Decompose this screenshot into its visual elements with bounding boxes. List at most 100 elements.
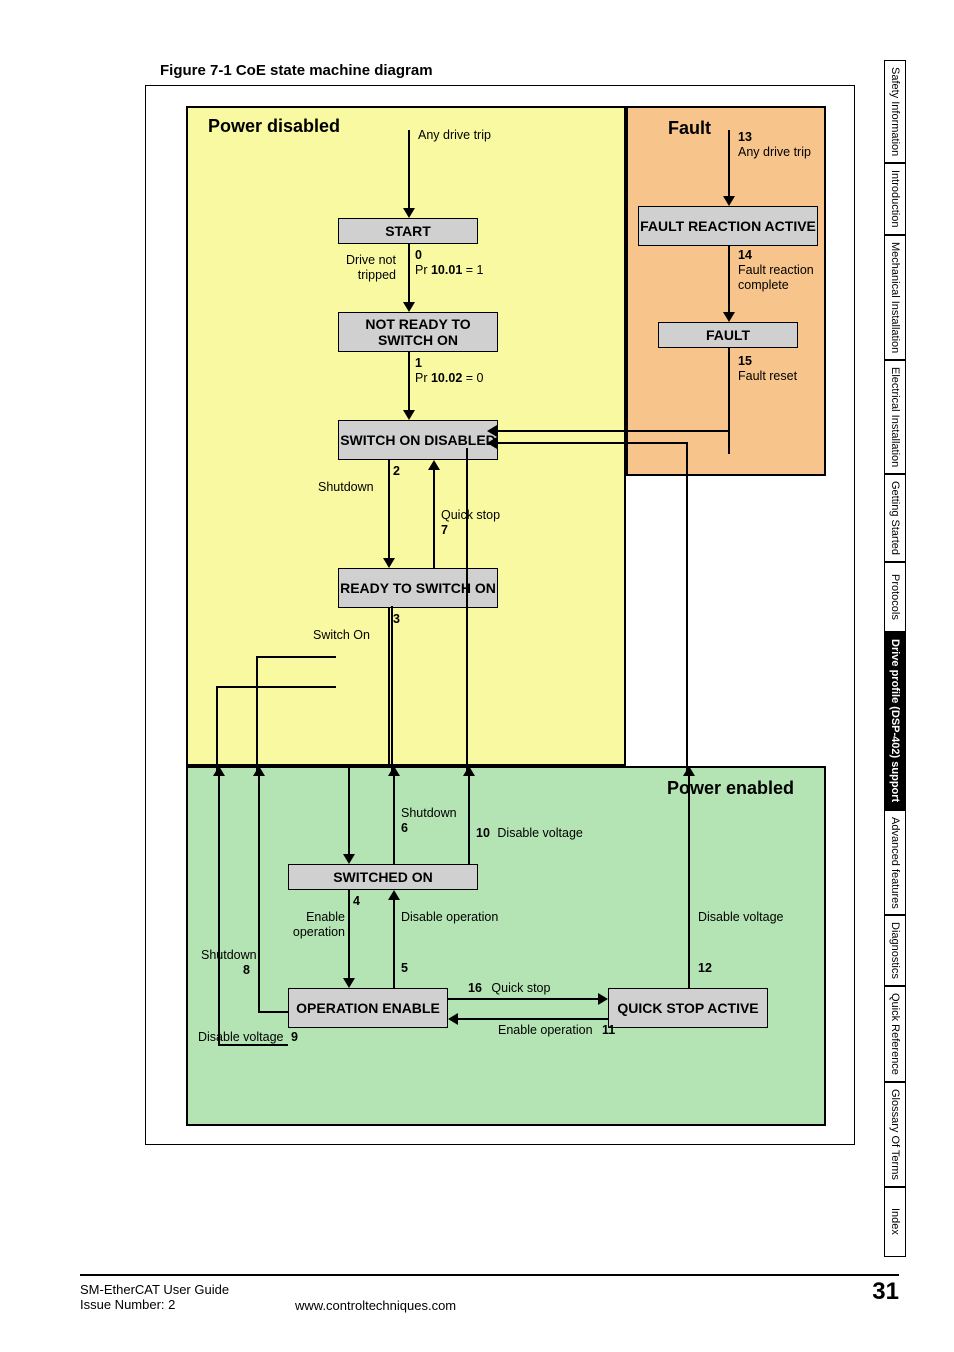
label-num: 16: [468, 981, 482, 995]
arrow: [216, 686, 336, 688]
page: Figure 7-1 CoE state machine diagram Pow…: [0, 0, 954, 1352]
arrowhead-icon: [403, 302, 415, 312]
arrowhead-icon: [448, 1013, 458, 1025]
label-num: 9: [291, 1030, 298, 1044]
label-text: Shutdown: [201, 948, 257, 963]
state-start: START: [338, 218, 478, 244]
label-text: Disable operation: [401, 910, 498, 925]
label-num: 10: [476, 826, 490, 840]
tab-safety-information[interactable]: Safety Information: [884, 60, 906, 163]
region-title: Fault: [668, 118, 711, 139]
arrowhead-icon: [723, 312, 735, 322]
arrowhead-icon: [487, 425, 497, 437]
arrowhead-icon: [213, 766, 225, 776]
label-text: Enable operation: [293, 910, 345, 939]
region-title: Power enabled: [667, 778, 794, 799]
transition-label: Shutdown 6: [401, 806, 457, 836]
doc-title: SM-EtherCAT User Guide: [80, 1282, 899, 1297]
arrow: [496, 430, 728, 432]
arrow: [348, 890, 350, 980]
arrowhead-icon: [463, 766, 475, 776]
transition-label: 13 Any drive trip: [738, 130, 811, 160]
transition-label: 4: [353, 894, 360, 909]
label-text: Quick stop: [491, 981, 550, 995]
sidebar-tabs: Safety Information Introduction Mechanic…: [884, 60, 924, 1257]
transition-label: 12: [698, 961, 712, 976]
transition-label: Disable voltage: [698, 910, 783, 925]
region-power-disabled: Power disabled Any drive trip START Driv…: [186, 106, 626, 766]
tab-drive-profile-dsp-402-support[interactable]: Drive profile (DSP-402) support: [884, 632, 906, 809]
state-switch-on-disabled: SWITCH ON DISABLED: [338, 420, 498, 460]
arrow: [448, 998, 598, 1000]
transition-label: 2: [393, 464, 400, 479]
label-num: 15: [738, 354, 797, 369]
state-operation-enable: OPERATION ENABLE: [288, 988, 448, 1028]
transition-label: Shutdown: [318, 480, 374, 495]
page-footer: SM-EtherCAT User Guide Issue Number: 2 w…: [80, 1274, 899, 1312]
label-num: 5: [401, 961, 408, 975]
state-fault: FAULT: [658, 322, 798, 348]
arrowhead-icon: [598, 993, 608, 1005]
arrow: [458, 1018, 608, 1020]
arrow: [728, 130, 730, 198]
label-text: Drive not tripped: [346, 253, 396, 282]
state-switched-on: SWITCHED ON: [288, 864, 478, 890]
arrow: [388, 608, 390, 768]
arrow: [256, 656, 336, 658]
state-machine-diagram: Power disabled Any drive trip START Driv…: [145, 85, 855, 1145]
state-not-ready: NOT READY TO SWITCH ON: [338, 312, 498, 352]
arrow: [408, 352, 410, 412]
arrow: [468, 776, 470, 864]
region-fault: Fault 13 Any drive trip FAULT REACTION A…: [626, 106, 826, 476]
arrow: [218, 776, 220, 1044]
label-num: 4: [353, 894, 360, 909]
label-text: Any drive trip: [418, 128, 491, 142]
label-text: Shutdown: [401, 806, 457, 821]
arrowhead-icon: [723, 196, 735, 206]
transition-label: Any drive trip: [418, 128, 518, 143]
tab-mechanical-installation[interactable]: Mechanical Installation: [884, 235, 906, 360]
arrowhead-icon: [383, 558, 395, 568]
arrow: [686, 442, 688, 774]
label-num: 8: [243, 963, 250, 977]
tab-getting-started[interactable]: Getting Started: [884, 474, 906, 562]
tab-glossary-of-terms[interactable]: Glossary Of Terms: [884, 1082, 906, 1187]
tab-index[interactable]: Index: [884, 1187, 906, 1257]
arrowhead-icon: [343, 978, 355, 988]
footer-url: www.controltechniques.com: [295, 1298, 456, 1313]
transition-label: Disable voltage 9: [198, 1030, 298, 1045]
label-text: Shutdown: [318, 480, 374, 494]
tab-introduction[interactable]: Introduction: [884, 163, 906, 234]
transition-label: 1 Pr 10.02 = 0: [415, 356, 483, 386]
arrow: [258, 1011, 288, 1013]
arrowhead-icon: [428, 460, 440, 470]
tab-advanced-features[interactable]: Advanced features: [884, 810, 906, 916]
label-text: Disable voltage: [698, 910, 783, 925]
transition-label: Disable operation: [401, 910, 498, 925]
arrow: [688, 776, 690, 988]
transition-label: 3: [393, 612, 400, 627]
tab-diagnostics[interactable]: Diagnostics: [884, 915, 906, 986]
arrow: [256, 656, 258, 774]
arrow: [466, 448, 468, 774]
issue-number: Issue Number: 2: [80, 1297, 899, 1312]
arrow: [258, 776, 260, 1011]
label-num: 11: [602, 1023, 615, 1037]
label-text: Disable voltage: [198, 1030, 283, 1044]
label-num: 13: [738, 130, 811, 145]
label-num: 0: [415, 248, 483, 263]
arrowhead-icon: [253, 766, 265, 776]
label-text: Fault reaction complete: [738, 263, 824, 293]
region-power-enabled: Power enabled Shutdown 6 10 Disable volt…: [186, 766, 826, 1126]
transition-label: 15 Fault reset: [738, 354, 797, 384]
arrowhead-icon: [487, 437, 497, 449]
transition-label: 16 Quick stop: [468, 981, 550, 996]
tab-protocols[interactable]: Protocols: [884, 562, 906, 632]
arrowhead-icon: [403, 410, 415, 420]
label-num: 2: [393, 464, 400, 479]
state-quick-stop-active: QUICK STOP ACTIVE: [608, 988, 768, 1028]
tab-quick-reference[interactable]: Quick Reference: [884, 986, 906, 1082]
label-num: 6: [401, 821, 457, 836]
arrowhead-icon: [388, 890, 400, 900]
tab-electrical-installation[interactable]: Electrical Installation: [884, 360, 906, 474]
